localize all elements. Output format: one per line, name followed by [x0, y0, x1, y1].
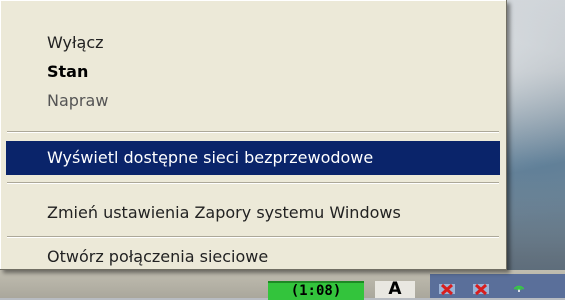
menu-separator — [7, 236, 499, 238]
network-error-icon[interactable] — [438, 282, 456, 296]
network-error-icon[interactable] — [472, 282, 490, 296]
language-indicator[interactable]: A — [375, 281, 415, 298]
menu-item-repair[interactable]: Napraw — [6, 84, 500, 118]
menu-item-change-firewall-settings[interactable]: Zmień ustawienia Zapory systemu Windows — [6, 196, 500, 230]
menu-item-open-network-connections[interactable]: Otwórz połączenia sieciowe — [6, 246, 500, 268]
menu-item-view-wireless-networks[interactable]: Wyświetl dostępne sieci bezprzewodowe — [6, 141, 500, 175]
menu-separator — [7, 182, 499, 184]
system-tray — [430, 274, 565, 298]
menu-separator — [7, 131, 499, 133]
network-context-menu: Wyłącz Stan Napraw Wyświetl dostępne sie… — [0, 0, 507, 270]
taskbar-clock[interactable]: (1:08) — [268, 281, 364, 300]
wireless-icon[interactable] — [510, 278, 528, 292]
